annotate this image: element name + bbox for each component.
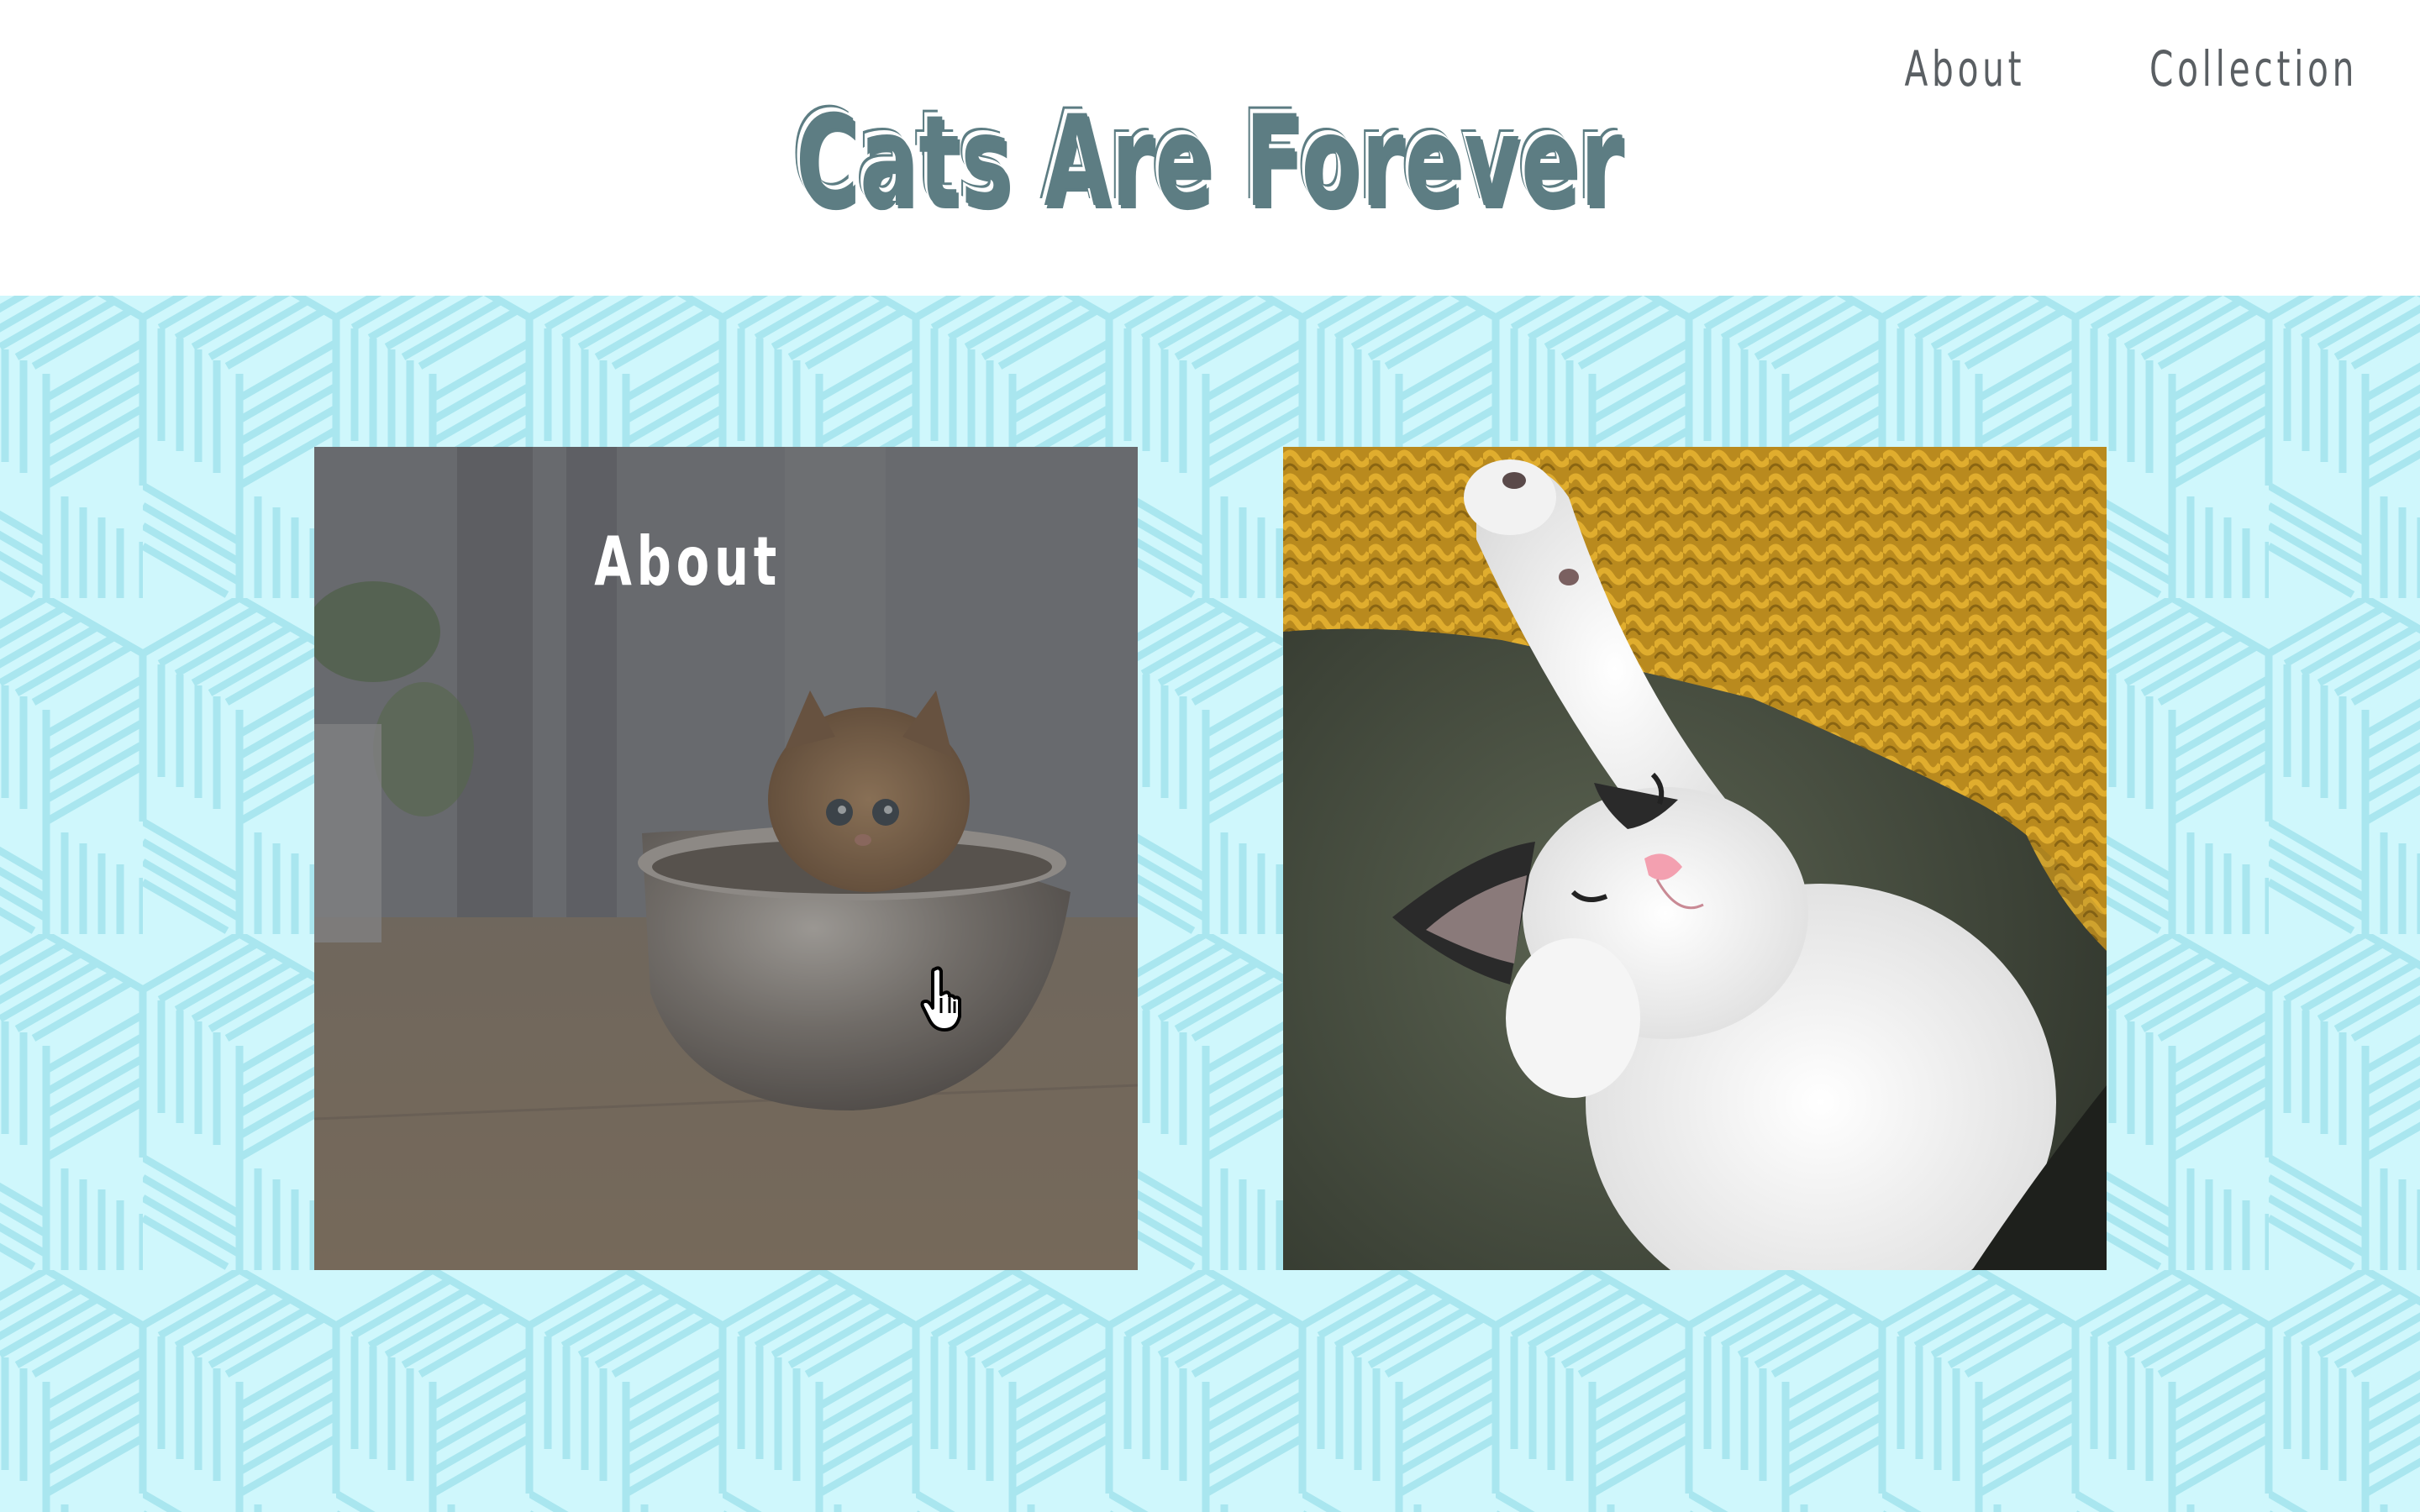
about-card[interactable]: About [314,447,1138,1270]
hand-pointer-icon [920,966,961,1032]
collection-card[interactable] [1283,447,2107,1270]
main-nav: About Collection [1870,40,2358,97]
nav-link-about[interactable]: About [1904,40,2025,97]
about-card-label: About [314,522,1138,601]
site-title: Cats Are Forever [0,99,2420,225]
site-header: About Collection Cats Are Forever [0,0,2420,296]
about-card-label-text: About [594,522,782,601]
site-title-text: Cats Are Forever [796,89,1624,235]
nav-link-collection[interactable]: Collection [2149,40,2358,97]
white-kitten-image [1283,447,2107,1270]
page: About Collection Cats Are Forever About [0,0,2420,1512]
